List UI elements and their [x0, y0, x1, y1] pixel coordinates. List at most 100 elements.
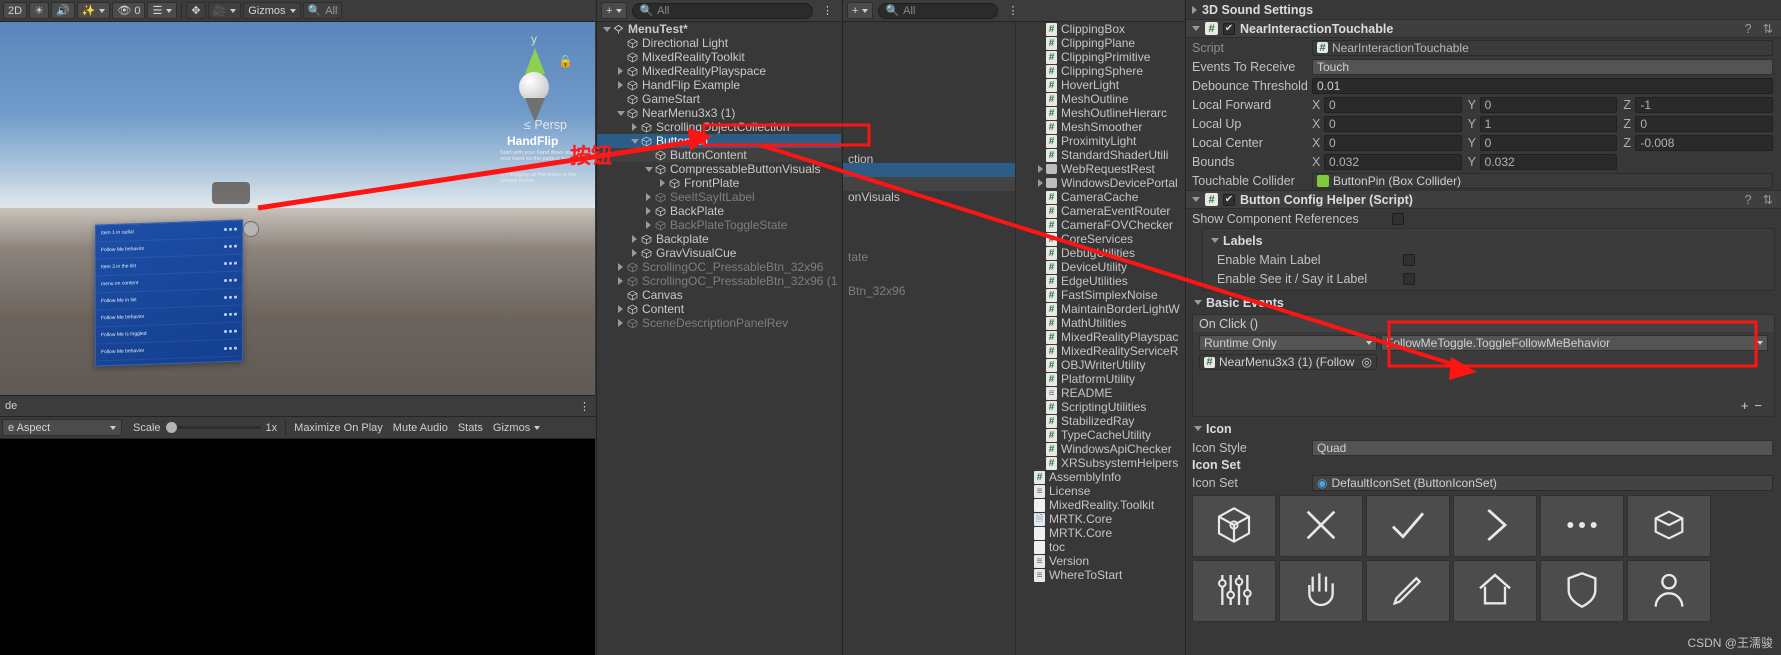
icon-cell-cube[interactable]: [1192, 495, 1276, 557]
chevron-down-icon[interactable]: [1192, 26, 1200, 31]
scene-audio-toggle[interactable]: 🔊: [50, 2, 75, 19]
project-create-button[interactable]: +: [847, 2, 874, 19]
project-item-mixedrealityservicer[interactable]: MixedRealityServiceR: [1017, 344, 1184, 358]
chevron-down-icon[interactable]: [643, 166, 654, 172]
project-item-assemblyinfo[interactable]: AssemblyInfo: [1017, 470, 1184, 484]
local-center-y-input[interactable]: 0: [1479, 134, 1618, 151]
mute-audio-toggle[interactable]: Mute Audio: [388, 418, 453, 438]
scene-search-filter[interactable]: 🔍 All: [302, 2, 343, 19]
chevron-right-icon[interactable]: [1035, 179, 1046, 187]
component-header-near-interaction-touchable[interactable]: ✔ NearInteractionTouchable ? ⇅: [1186, 19, 1781, 38]
bounds-x-input[interactable]: 0.032: [1324, 153, 1462, 170]
hierarchy-item-mixedrealitytoolkit[interactable]: MixedRealityToolkit: [597, 50, 841, 64]
chevron-right-icon[interactable]: [629, 235, 640, 243]
hierarchy-item-frontplate[interactable]: FrontPlate: [597, 176, 841, 190]
local-center-z-input[interactable]: -0.008: [1635, 134, 1774, 151]
project-search-input[interactable]: 🔍 All: [878, 2, 999, 19]
near-menu-3d-object[interactable]: Item 1 in radial Follow Me behavior Item…: [95, 219, 243, 367]
project-item-mrtk-core[interactable]: MRTK.Core: [1017, 512, 1184, 526]
project-item-typecacheutility[interactable]: TypeCacheUtility: [1017, 428, 1184, 442]
project-left-item[interactable]: [843, 232, 1015, 246]
local-center-x-input[interactable]: 0: [1324, 134, 1462, 151]
hierarchy-item-buttoncontent[interactable]: ButtonContent: [597, 148, 841, 162]
function-dropdown[interactable]: FollowMeToggle.ToggleFollowMeBehavior: [1381, 335, 1768, 351]
target-object-field[interactable]: NearMenu3x3 (1) (Follow ◎: [1199, 354, 1377, 370]
panel-options-icon[interactable]: ⋮: [574, 396, 595, 416]
project-item-hoverlight[interactable]: HoverLight: [1017, 78, 1184, 92]
scene-tool-move[interactable]: ✥: [186, 2, 206, 19]
touchable-collider-object-field[interactable]: ButtonPin (Box Collider): [1312, 172, 1773, 189]
chevron-right-icon[interactable]: [615, 277, 626, 285]
chevron-right-icon[interactable]: [643, 221, 654, 229]
icon-cell-pencil[interactable]: [1366, 560, 1450, 622]
local-forward-x[interactable]: X0: [1312, 96, 1462, 113]
project-item-debugutilities[interactable]: DebugUtilities: [1017, 246, 1184, 260]
game-view-tab-bar[interactable]: de ⋮: [0, 395, 595, 417]
debounce-threshold-input[interactable]: 0.01: [1312, 77, 1773, 94]
hierarchy-search-input[interactable]: 🔍 All: [632, 2, 813, 19]
local-up-x[interactable]: X0: [1312, 115, 1462, 132]
icon-cell-check[interactable]: [1366, 495, 1450, 557]
chevron-right-icon[interactable]: [643, 193, 654, 201]
icon-cell-person[interactable]: [1627, 560, 1711, 622]
project-item-clippingbox[interactable]: ClippingBox: [1017, 22, 1184, 36]
hierarchy-item-buttonpin[interactable]: ButtonPin: [597, 134, 841, 148]
hierarchy-item-content[interactable]: Content: [597, 302, 841, 316]
icon-cell-close[interactable]: [1279, 495, 1363, 557]
show-component-references-checkbox[interactable]: [1392, 212, 1404, 225]
icon-cell-ellipsis[interactable]: [1540, 495, 1624, 557]
chevron-right-icon[interactable]: [629, 249, 640, 257]
component-enabled-checkbox[interactable]: ✔: [1223, 22, 1235, 35]
icon-style-dropdown[interactable]: Quad: [1312, 439, 1773, 456]
project-item-xrsubsystemhelpers[interactable]: XRSubsystemHelpers: [1017, 456, 1184, 470]
maximize-on-play-toggle[interactable]: Maximize On Play: [289, 418, 388, 438]
sound-settings-foldout[interactable]: 3D Sound Settings: [1186, 0, 1781, 19]
hierarchy-create-button[interactable]: +: [601, 2, 628, 19]
project-item-maintainborderlightw[interactable]: MaintainBorderLightW: [1017, 302, 1184, 316]
project-item-clippingprimitive[interactable]: ClippingPrimitive: [1017, 50, 1184, 64]
scene-gizmos-dropdown[interactable]: Gizmos: [243, 2, 301, 19]
project-item-edgeutilities[interactable]: EdgeUtilities: [1017, 274, 1184, 288]
component-header-button-config-helper[interactable]: ✔ Button Config Helper (Script) ? ⇅: [1186, 190, 1781, 209]
hierarchy-item-menutest[interactable]: MenuTest*: [597, 22, 841, 36]
project-item-objwriterutility[interactable]: OBJWriterUtility: [1017, 358, 1184, 372]
panel-options-icon[interactable]: ⋮: [817, 1, 838, 21]
project-item-toc[interactable]: toc: [1017, 540, 1184, 554]
project-left-item[interactable]: [843, 163, 1015, 177]
hierarchy-item-gravvisualcue[interactable]: GravVisualCue: [597, 246, 841, 260]
local-center-y[interactable]: Y0: [1468, 134, 1618, 151]
icon-cell-chevron-right[interactable]: [1453, 495, 1537, 557]
local-forward-y-input[interactable]: 0: [1479, 96, 1618, 113]
hierarchy-item-compressablebuttonvisuals[interactable]: CompressableButtonVisuals: [597, 162, 841, 176]
hierarchy-item-mixedrealityplayspace[interactable]: MixedRealityPlayspace: [597, 64, 841, 78]
project-item-cameraeventrouter[interactable]: CameraEventRouter: [1017, 204, 1184, 218]
scene-projection-label[interactable]: ≤ Persp: [524, 118, 567, 132]
project-item-mixedreality-toolkit[interactable]: MixedReality.Toolkit: [1017, 498, 1184, 512]
chevron-right-icon[interactable]: [657, 179, 668, 187]
icon-cell-box-open[interactable]: [1627, 495, 1711, 557]
bounds-y-input[interactable]: 0.032: [1479, 153, 1618, 170]
project-item-fastsimplexnoise[interactable]: FastSimplexNoise: [1017, 288, 1184, 302]
toggle-2d-button[interactable]: 2D: [3, 2, 28, 19]
object-picker-icon[interactable]: ◎: [1362, 355, 1372, 369]
inspector-panel[interactable]: 3D Sound Settings ✔ NearInteractionTouch…: [1185, 0, 1781, 655]
field-row-touchable-collider[interactable]: Touchable Collider ButtonPin (Box Collid…: [1186, 171, 1781, 190]
field-row-bounds[interactable]: Bounds X0.032 Y0.032 Z: [1186, 152, 1781, 171]
labels-foldout[interactable]: Labels: [1203, 231, 1774, 250]
chevron-right-icon[interactable]: [615, 263, 626, 271]
local-up-y-input[interactable]: 1: [1479, 115, 1618, 132]
scene-lighting-toggle[interactable]: ☀: [29, 2, 49, 19]
project-item-version[interactable]: Version: [1017, 554, 1184, 568]
hierarchy-panel[interactable]: + 🔍 All ⋮ MenuTest* Directional Light Mixe…: [596, 0, 841, 655]
hierarchy-item-scrollingoc-pressablebtn-32x96-1[interactable]: ScrollingOC_PressableBtn_32x96 (1: [597, 274, 841, 288]
project-item-windowsdeviceportal[interactable]: WindowsDevicePortal: [1017, 176, 1184, 190]
project-left-column[interactable]: ction onVisuals tate Btn_32x96: [843, 22, 1016, 655]
scene-view[interactable]: Item 1 in radial Follow Me behavior Item…: [0, 22, 595, 395]
field-row-enable-see-it-say-it[interactable]: Enable See it / Say it Label: [1203, 269, 1774, 288]
project-item-wheretostart[interactable]: WhereToStart: [1017, 568, 1184, 582]
game-view-surface[interactable]: [0, 439, 595, 655]
project-item-meshoutline[interactable]: MeshOutline: [1017, 92, 1184, 106]
game-view-toolbar[interactable]: e Aspect Scale 1x Maximize On Play Mute …: [0, 417, 595, 439]
field-row-icon-set[interactable]: Icon Set ◉ DefaultIconSet (ButtonIconSet…: [1186, 473, 1781, 492]
enable-main-label-checkbox[interactable]: [1403, 253, 1415, 266]
